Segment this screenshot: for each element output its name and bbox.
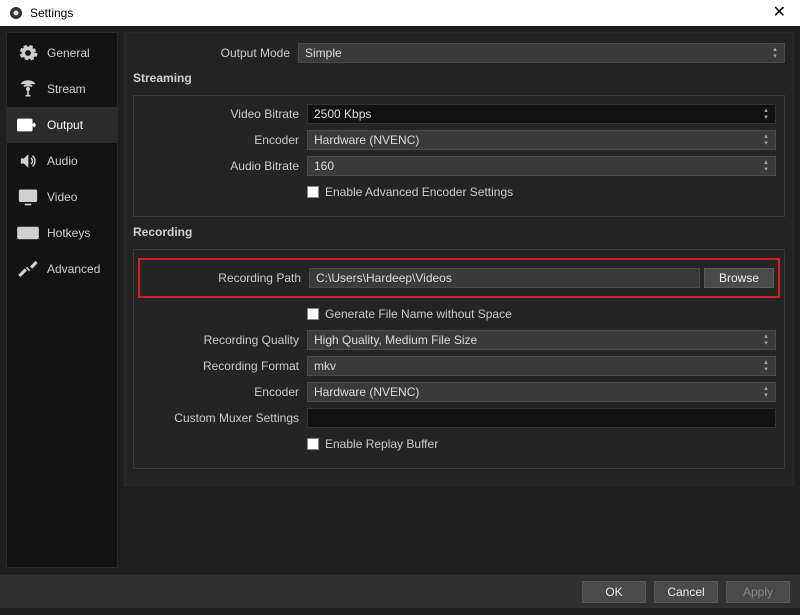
sidebar-item-hotkeys[interactable]: Hotkeys — [7, 215, 117, 251]
footer: OK Cancel Apply — [0, 574, 800, 608]
close-icon[interactable]: ✕ — [767, 3, 792, 23]
no-space-label: Generate File Name without Space — [325, 307, 512, 321]
recording-encoder-label: Encoder — [142, 385, 307, 399]
chevron-updown-icon: ▴▾ — [759, 383, 773, 401]
sidebar-item-label: Audio — [47, 154, 78, 168]
output-mode-dropdown[interactable]: Simple ▴▾ — [298, 43, 785, 63]
checkbox-box[interactable] — [307, 438, 319, 450]
sidebar-item-output[interactable]: Output — [7, 107, 117, 143]
tools-icon — [17, 259, 39, 279]
streaming-group-title: Streaming — [133, 71, 785, 85]
sidebar-item-label: Stream — [47, 82, 86, 96]
chevron-updown-icon: ▴▾ — [759, 131, 773, 149]
enable-replay-checkbox[interactable]: Enable Replay Buffer — [307, 437, 438, 451]
streaming-encoder-dropdown[interactable]: Hardware (NVENC) ▴▾ — [307, 130, 776, 150]
sidebar-item-label: Output — [47, 118, 83, 132]
apply-button[interactable]: Apply — [726, 581, 790, 603]
chevron-updown-icon: ▴▾ — [759, 331, 773, 349]
audio-bitrate-label: Audio Bitrate — [142, 159, 307, 173]
body: General Stream Output Audio Video — [0, 26, 800, 574]
recording-quality-label: Recording Quality — [142, 333, 307, 347]
video-bitrate-label: Video Bitrate — [142, 107, 307, 121]
chevron-updown-icon: ▴▾ — [768, 44, 782, 62]
monitor-icon — [17, 187, 39, 207]
sidebar-item-label: Video — [47, 190, 77, 204]
sidebar-item-stream[interactable]: Stream — [7, 71, 117, 107]
recording-group-title: Recording — [133, 225, 785, 239]
app-icon — [8, 5, 24, 21]
sidebar-item-label: General — [47, 46, 90, 60]
sidebar-item-audio[interactable]: Audio — [7, 143, 117, 179]
sidebar-item-general[interactable]: General — [7, 35, 117, 71]
browse-button[interactable]: Browse — [704, 268, 774, 288]
cancel-button[interactable]: Cancel — [654, 581, 718, 603]
muxer-input[interactable] — [307, 408, 776, 428]
sidebar: General Stream Output Audio Video — [6, 32, 118, 568]
output-mode-label: Output Mode — [133, 46, 298, 60]
ok-button[interactable]: OK — [582, 581, 646, 603]
chevron-updown-icon: ▴▾ — [759, 357, 773, 375]
recording-path-input[interactable]: C:\Users\Hardeep\Videos — [309, 268, 700, 288]
speaker-icon — [17, 151, 39, 171]
recording-quality-dropdown[interactable]: High Quality, Medium File Size ▴▾ — [307, 330, 776, 350]
titlebar: Settings ✕ — [0, 0, 800, 26]
muxer-label: Custom Muxer Settings — [142, 411, 307, 425]
recording-format-dropdown[interactable]: mkv ▴▾ — [307, 356, 776, 376]
keyboard-icon — [17, 223, 39, 243]
output-mode-row: Output Mode Simple ▴▾ — [133, 43, 785, 63]
enable-adv-label: Enable Advanced Encoder Settings — [325, 185, 513, 199]
checkbox-box[interactable] — [307, 186, 319, 198]
sidebar-item-advanced[interactable]: Advanced — [7, 251, 117, 287]
audio-bitrate-dropdown[interactable]: 160 ▴▾ — [307, 156, 776, 176]
enable-adv-checkbox[interactable]: Enable Advanced Encoder Settings — [307, 185, 513, 199]
chevron-updown-icon: ▴▾ — [759, 157, 773, 175]
no-space-checkbox[interactable]: Generate File Name without Space — [307, 307, 512, 321]
antenna-icon — [17, 79, 39, 99]
recording-format-label: Recording Format — [142, 359, 307, 373]
recording-path-highlight: Recording Path C:\Users\Hardeep\Videos B… — [138, 258, 780, 298]
checkbox-box[interactable] — [307, 308, 319, 320]
gear-icon — [17, 43, 39, 63]
output-icon — [17, 115, 39, 135]
recording-path-label: Recording Path — [144, 271, 309, 285]
window-title: Settings — [30, 6, 73, 20]
streaming-encoder-label: Encoder — [142, 133, 307, 147]
sidebar-item-video[interactable]: Video — [7, 179, 117, 215]
content-area: Output Mode Simple ▴▾ Streaming Video Bi… — [118, 32, 794, 568]
enable-replay-label: Enable Replay Buffer — [325, 437, 438, 451]
sidebar-item-label: Hotkeys — [47, 226, 90, 240]
spinner-arrows-icon[interactable]: ▴▾ — [759, 105, 773, 123]
recording-group: Recording Path C:\Users\Hardeep\Videos B… — [133, 249, 785, 469]
sidebar-item-label: Advanced — [47, 262, 100, 276]
video-bitrate-input[interactable]: 2500 Kbps ▴▾ — [307, 104, 776, 124]
streaming-group: Video Bitrate 2500 Kbps ▴▾ Encoder Hardw… — [133, 95, 785, 217]
output-panel: Output Mode Simple ▴▾ Streaming Video Bi… — [124, 32, 794, 486]
recording-encoder-dropdown[interactable]: Hardware (NVENC) ▴▾ — [307, 382, 776, 402]
